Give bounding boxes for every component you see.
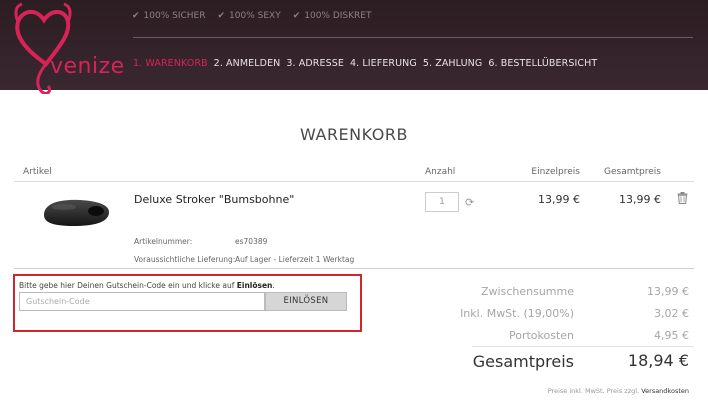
shipping-label: Portokosten (508, 329, 574, 342)
redeem-coupon-button[interactable]: EINLÖSEN (265, 292, 347, 311)
column-header-quantity: Anzahl (425, 167, 456, 177)
product-image[interactable] (40, 195, 112, 229)
trash-icon[interactable] (677, 192, 688, 204)
column-header-total-price: Gesamtpreis (604, 167, 661, 177)
product-name[interactable]: Deluxe Stroker "Bumsbohne" (134, 193, 294, 206)
trust-badges: ✔ 100% SICHER ✔ 100% SEXY ✔ 100% DISKRET (132, 11, 371, 21)
coupon-code-input[interactable]: Gutschein-Code (19, 292, 265, 311)
step-bestelluebersicht[interactable]: 6. BESTELLÜBERSICHT (488, 58, 597, 69)
step-zahlung[interactable]: 5. ZAHLUNG (423, 58, 482, 69)
column-header-unit-price: Einzelpreis (531, 167, 580, 177)
summary-divider (472, 346, 694, 347)
vat-value: 3,02 € (654, 307, 689, 320)
delivery-label: Voraussichtliche Lieferung: (134, 255, 236, 264)
step-adresse[interactable]: 3. ADRESSE (286, 58, 344, 69)
shipping-value: 4,95 € (654, 329, 689, 342)
coupon-prompt-bold: Einlösen (236, 281, 273, 290)
venize-logo-icon[interactable] (8, 2, 128, 94)
badge-secure: ✔ 100% SICHER (132, 11, 206, 21)
grand-total-value: 18,94 € (627, 351, 689, 370)
article-number: es70389 (235, 237, 268, 246)
unit-price: 13,99 € (538, 193, 580, 206)
subtotal-value: 13,99 € (647, 285, 689, 298)
site-header: venize ✔ 100% SICHER ✔ 100% SEXY ✔ 100% DIS… (0, 0, 708, 94)
shipping-costs-link[interactable]: Versandkosten (641, 387, 689, 395)
grand-total-label: Gesamtpreis (472, 352, 574, 371)
row-total-price: 13,99 € (619, 193, 661, 206)
badge-discreet: ✔ 100% DISKRET (292, 11, 372, 21)
column-header-article: Artikel (23, 167, 52, 177)
check-icon: ✔ (132, 11, 140, 21)
quantity-input[interactable]: 1 (425, 192, 459, 212)
article-number-label: Artikelnummer: (134, 237, 193, 246)
check-icon: ✔ (292, 11, 301, 21)
delivery-value: Auf Lager - Lieferzeit 1 Werktag (235, 255, 355, 264)
check-icon: ✔ (217, 11, 226, 21)
checkout-steps: 1. WARENKORB 2. ANMELDEN 3. ADRESSE 4. L… (133, 58, 597, 69)
table-row-divider (14, 268, 694, 269)
logo-text: venize (50, 54, 125, 79)
refresh-icon[interactable]: ⟳ (465, 196, 474, 209)
step-warenkorb[interactable]: 1. WARENKORB (133, 58, 208, 69)
table-header-divider (14, 181, 694, 182)
vat-label: Inkl. MwSt. (19,00%) (460, 307, 574, 320)
badge-sexy: ✔ 100% SEXY (217, 11, 281, 21)
page-title: WARENKORB (300, 125, 408, 144)
subtotal-label: Zwischensumme (481, 285, 574, 298)
step-anmelden[interactable]: 2. ANMELDEN (214, 58, 281, 69)
price-footnote: Preise inkl. MwSt. Preis zzgl. Versandko… (547, 387, 689, 395)
coupon-prompt: Bitte gebe hier Deinen Gutschein-Code ei… (19, 281, 275, 290)
step-lieferung[interactable]: 4. LIEFERUNG (350, 58, 417, 69)
header-divider (133, 37, 693, 38)
